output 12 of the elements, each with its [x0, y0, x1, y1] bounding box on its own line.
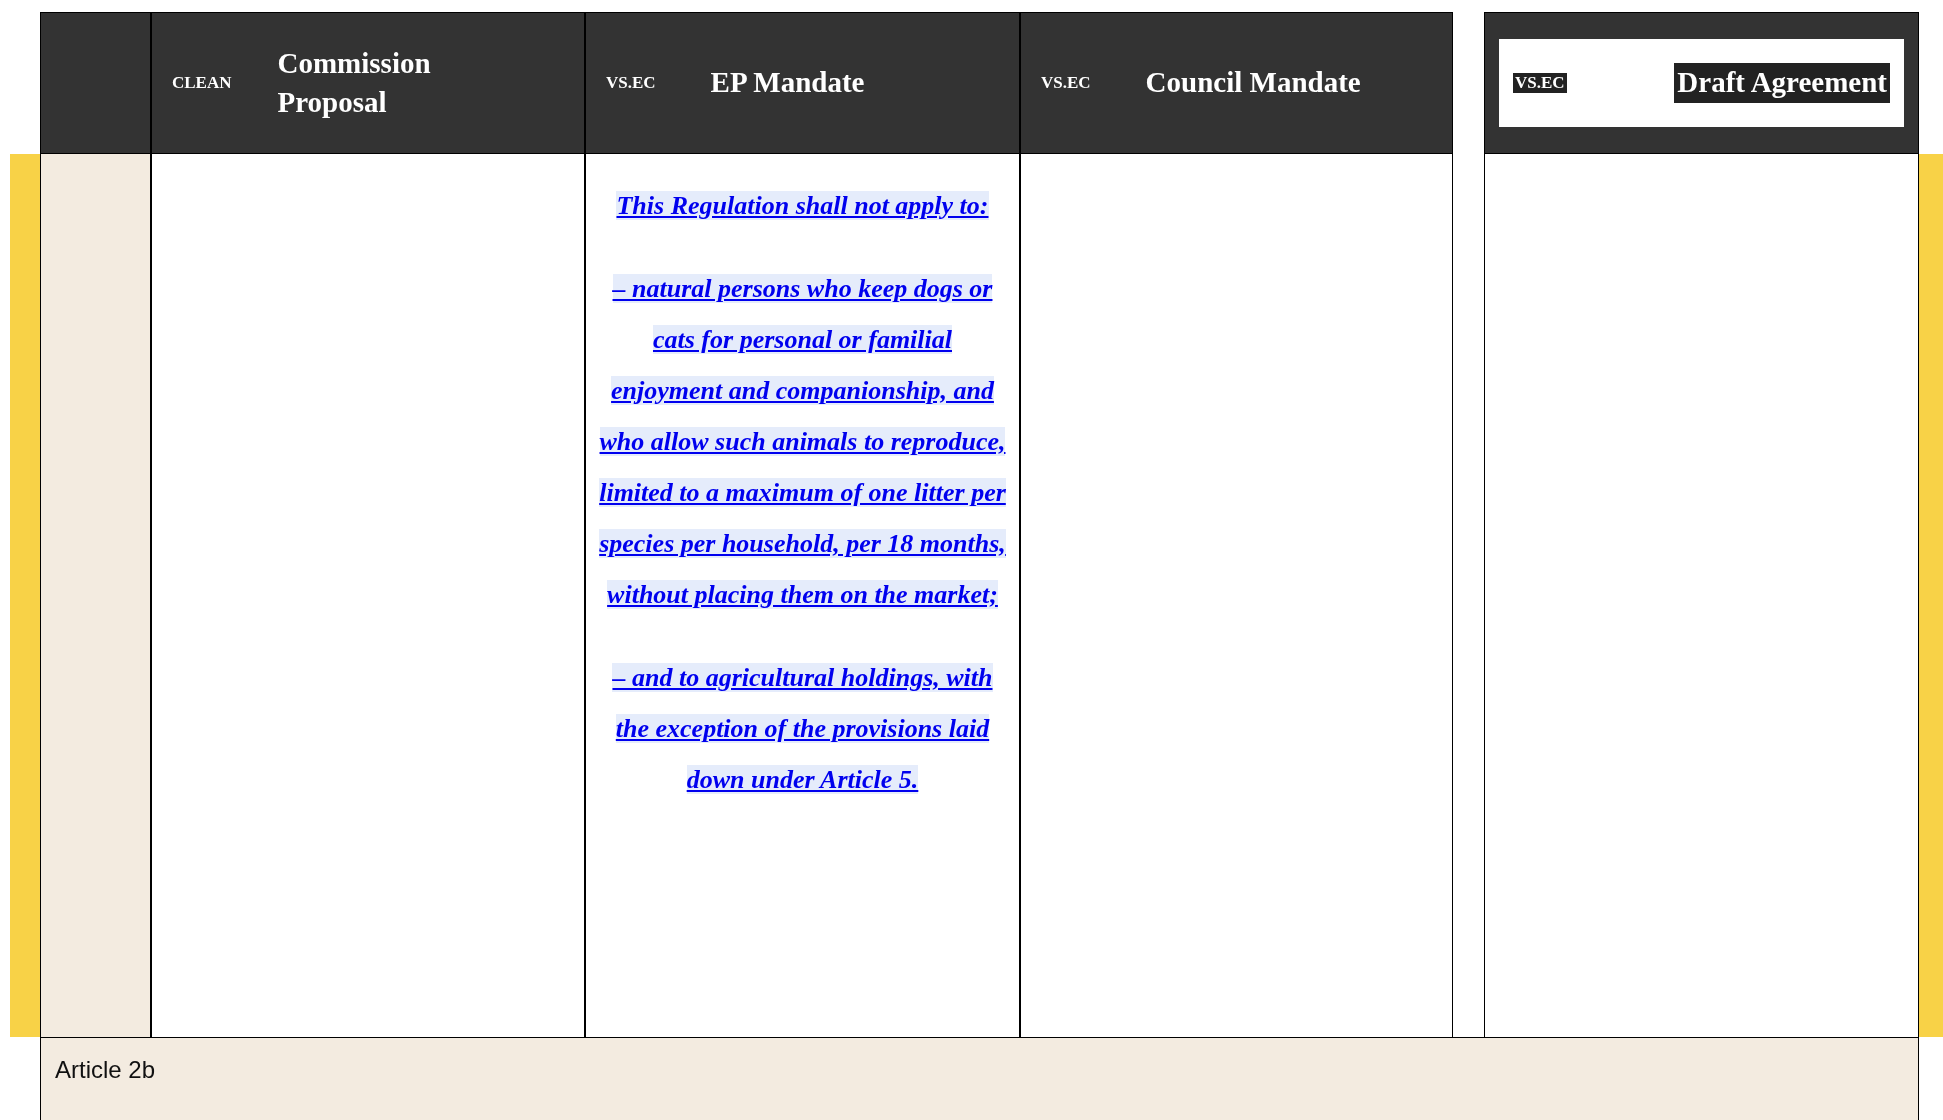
amendment-text: This Regulation shall not apply to:: [616, 190, 989, 222]
column-title: Commission Proposal: [277, 45, 432, 120]
column-tag: CLEAN: [172, 73, 232, 93]
amendment-text: – and to agricultural holdings, with the exception of the provisions laid down under Article 5.: [611, 662, 994, 796]
column-title: EP Mandate: [710, 65, 865, 101]
amendment-text: – natural persons who keep dogs or cats for personal or familial enjoyment and companionship, and who allow such animals to reproduce, limited to a maximum of one litter per species per household, per 18 months, without placing them on the market;: [598, 273, 1007, 611]
column-title: Council Mandate: [1145, 65, 1361, 101]
article-heading: Article 2b: [55, 1056, 156, 1084]
column-tag: VS.EC: [1513, 73, 1567, 93]
column-tag: VS.EC: [1041, 73, 1091, 93]
column-title: Draft Agreement: [1674, 63, 1890, 103]
column-tag: VS.EC: [606, 73, 656, 93]
